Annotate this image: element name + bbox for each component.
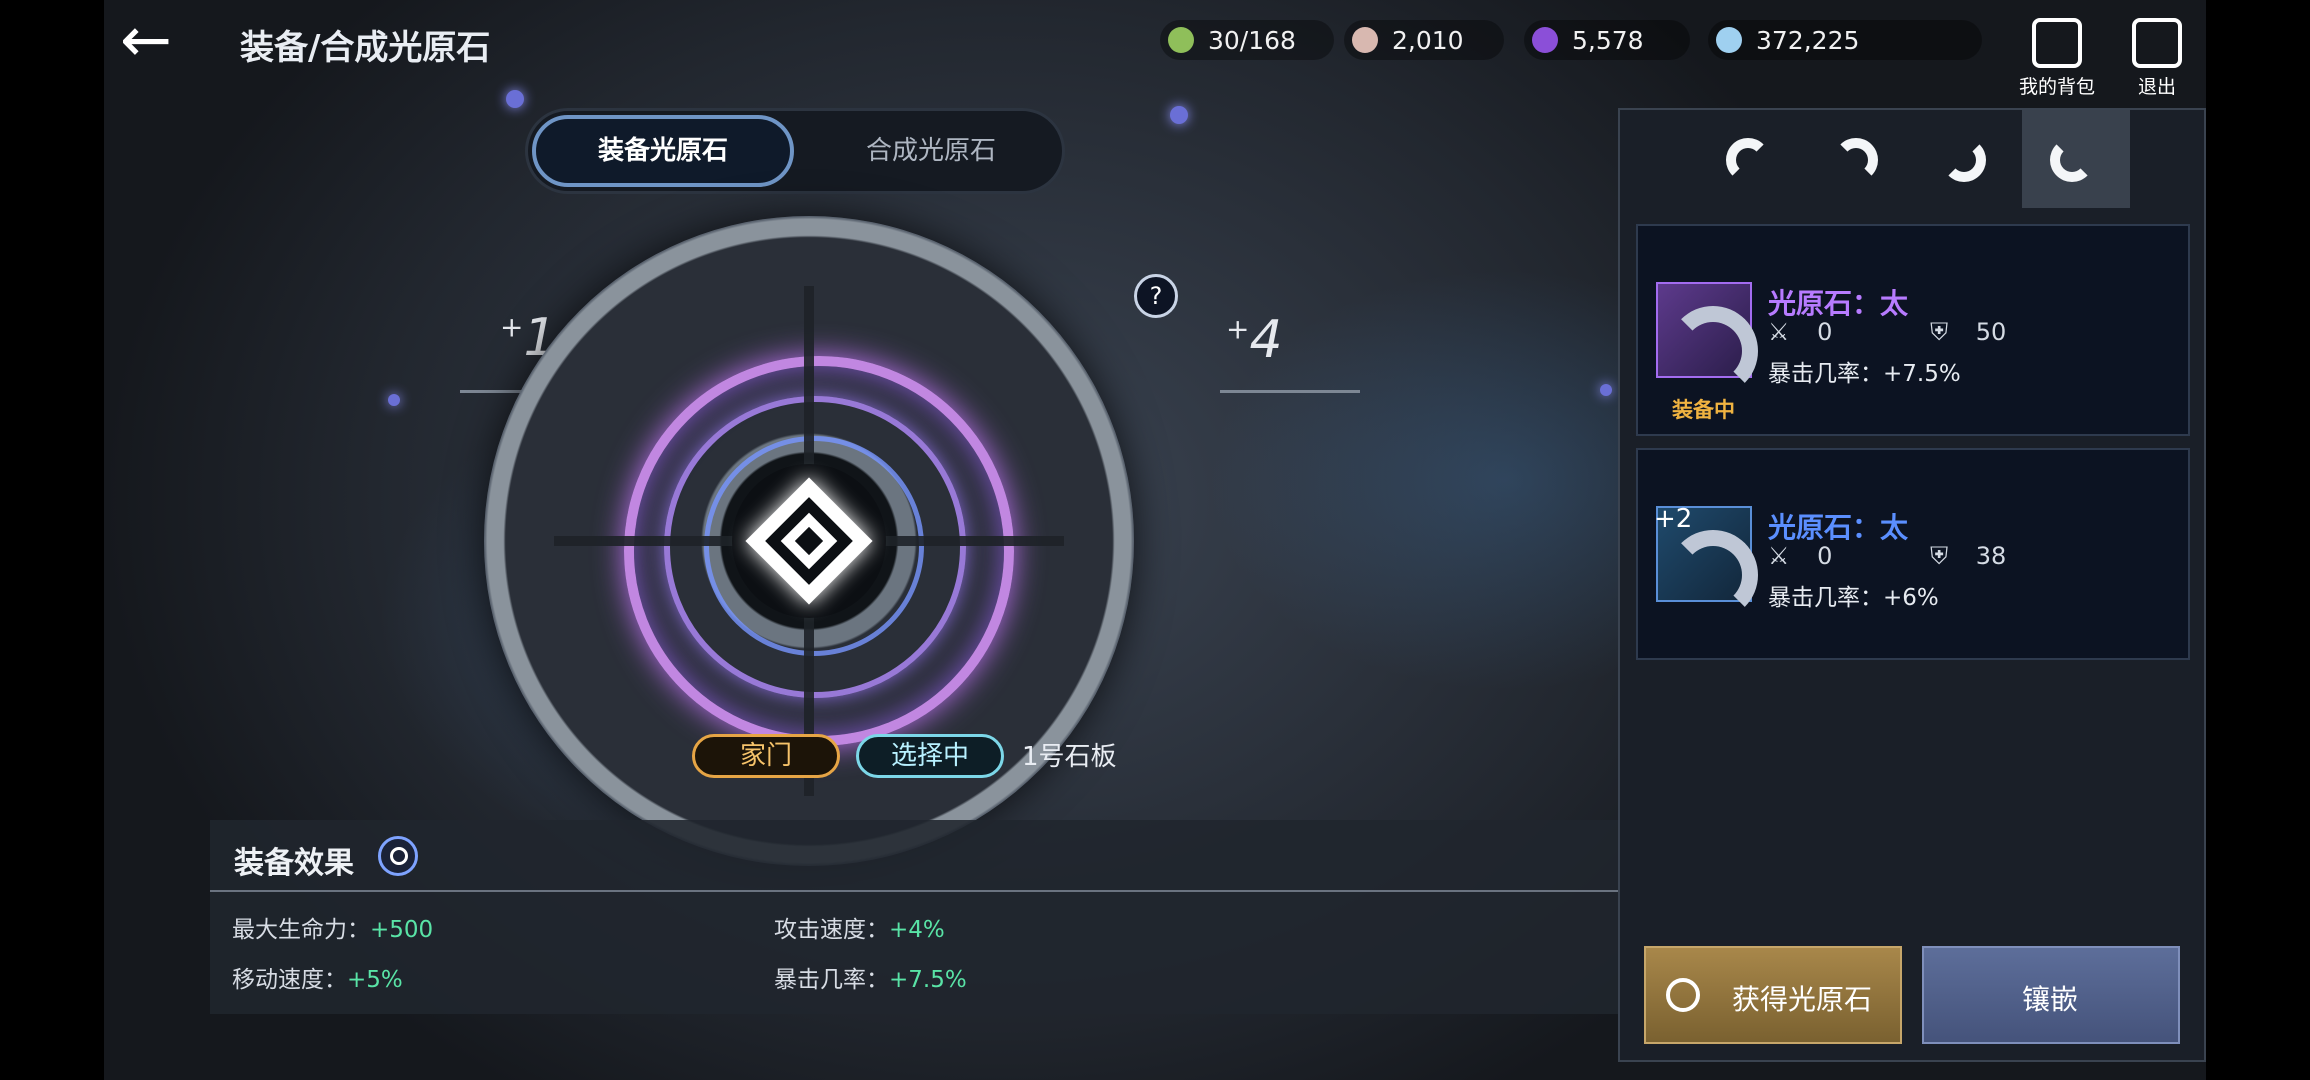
page-title: 装备/合成光原石: [240, 28, 491, 68]
arc-bottom-left-icon: [2050, 138, 2094, 182]
effect-value: +7.5%: [889, 967, 967, 993]
energy-icon: [1168, 27, 1194, 53]
stone-item[interactable]: +2 光原石：太 ⚔ 0 ⛨ 38 暴击几率：+6%: [1636, 448, 2190, 660]
stone-stats: ⚔ 0 ⛨ 50: [1768, 318, 2006, 346]
stone-icon: [1668, 530, 1758, 620]
resource-energy-value: 30/168: [1208, 25, 1296, 55]
effects-title: 装备效果: [234, 846, 354, 881]
level-right: +4: [1226, 310, 1283, 370]
equip-effects-panel: 装备效果 最大生命力：+500 攻击速度：+4% 移动速度：+5% 暴击几率：+…: [210, 820, 1620, 1014]
help-book-icon[interactable]: ?: [1134, 274, 1178, 318]
crystal-icon: [1716, 27, 1742, 53]
inlay-label: 镶嵌: [2022, 983, 2079, 1016]
effect-label: 最大生命力：: [232, 917, 370, 943]
stone-crit: 暴击几率：+6%: [1768, 585, 1939, 611]
resource-purple-value: 5,578: [1572, 25, 1644, 55]
tab-equip[interactable]: 装备光原石: [532, 115, 794, 187]
bag-label: 我的背包: [2018, 76, 2095, 98]
particle: [506, 90, 524, 108]
stone-list-panel: 光原石：太 ⚔ 0 ⛨ 50 暴击几率：+7.5% 装备中 +2 光原石：太 ⚔…: [1618, 108, 2206, 1062]
effects-header: 装备效果: [210, 820, 1620, 892]
resource-crystal-value: 372,225: [1756, 25, 1860, 55]
resource-purple: 5,578: [1524, 20, 1690, 60]
stone-crit: 暴击几率：+7.5%: [1768, 361, 1961, 387]
effect-label: 攻击速度：: [774, 917, 889, 943]
stone-icon: [1668, 306, 1758, 396]
sword-icon: ⚔: [1768, 318, 1790, 346]
slot-tab-2[interactable]: [1806, 110, 1914, 208]
get-stone-button[interactable]: 获得光原石: [1644, 946, 1902, 1044]
exit-label: 退出: [2137, 76, 2176, 98]
tab-craft[interactable]: 合成光原石: [800, 115, 1062, 187]
stone-thumbnail: [1656, 282, 1758, 396]
search-icon[interactable]: [378, 836, 418, 876]
particle: [1170, 106, 1188, 124]
arc-top-right-icon: [1834, 138, 1878, 182]
back-arrow-icon[interactable]: ←: [120, 9, 200, 71]
shield-icon: ⛨: [1930, 318, 1949, 346]
arc-top-left-icon: [1726, 138, 1770, 182]
effect-value: +5%: [347, 967, 403, 993]
attack-value: 0: [1817, 318, 1833, 346]
effect-row: 攻击速度：+4%: [774, 910, 945, 944]
resource-pearl-value: 2,010: [1392, 25, 1464, 55]
bag-icon: [2032, 18, 2082, 68]
shield-icon: ⛨: [1930, 542, 1949, 570]
mode-tabs: 装备光原石 合成光原石: [525, 108, 1065, 194]
pearl-icon: [1352, 27, 1378, 53]
stone-thumbnail: +2: [1654, 504, 1758, 620]
effect-row: 移动速度：+5%: [232, 960, 403, 994]
resource-crystal: 372,225: [1708, 20, 1982, 60]
particle: [388, 394, 400, 406]
effect-value: +4%: [889, 917, 945, 943]
selected-tag[interactable]: 选择中: [856, 734, 1004, 778]
stone-item[interactable]: 光原石：太 ⚔ 0 ⛨ 50 暴击几率：+7.5% 装备中: [1636, 224, 2190, 436]
resource-energy: 30/168: [1160, 20, 1334, 60]
defense-value: 50: [1975, 318, 2007, 346]
stone-name: 光原石：太: [1768, 511, 1909, 544]
bag-button[interactable]: 我的背包: [2012, 18, 2102, 99]
attack-value: 0: [1817, 542, 1833, 570]
get-stone-label: 获得光原石: [1732, 983, 1873, 1016]
slot-tab-1[interactable]: [1698, 110, 1806, 208]
effect-label: 暴击几率：: [774, 967, 889, 993]
exit-button[interactable]: 退出: [2112, 18, 2202, 99]
stone-enhance-level: +2: [1654, 504, 1693, 534]
board-label: 1号石板: [1022, 742, 1117, 772]
compass-icon: [1666, 978, 1700, 1012]
inlay-button[interactable]: 镶嵌: [1922, 946, 2180, 1044]
effect-row: 暴击几率：+7.5%: [774, 960, 967, 994]
level-line-right: [1220, 390, 1360, 393]
family-tag[interactable]: 家门: [692, 734, 840, 778]
defense-value: 38: [1975, 542, 2007, 570]
stone-stats: ⚔ 0 ⛨ 38: [1768, 542, 2006, 570]
exit-icon: [2132, 18, 2182, 68]
purple-orb-icon: [1532, 27, 1558, 53]
stone-name: 光原石：太: [1768, 287, 1909, 320]
slot-tab-4[interactable]: [2022, 110, 2130, 208]
resource-pearl: 2,010: [1344, 20, 1504, 60]
equipped-label: 装备中: [1672, 398, 1735, 422]
level-right-value: 4: [1249, 310, 1283, 370]
slot-tab-3[interactable]: [1914, 110, 2022, 208]
sword-icon: ⚔: [1768, 542, 1790, 570]
arc-bottom-right-icon: [1942, 138, 1986, 182]
effect-value: +500: [370, 917, 434, 943]
particle: [1600, 384, 1612, 396]
effect-label: 移动速度：: [232, 967, 347, 993]
effect-row: 最大生命力：+500: [232, 910, 433, 944]
